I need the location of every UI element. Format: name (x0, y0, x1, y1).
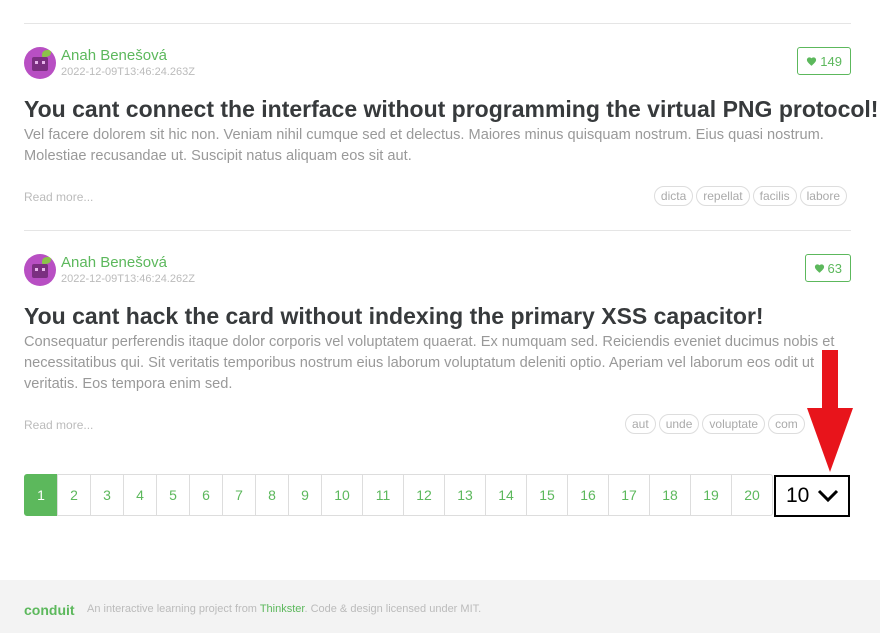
page-link-5[interactable]: 5 (156, 474, 190, 516)
page-link-14[interactable]: 14 (485, 474, 527, 516)
tag-pill[interactable]: repellat (696, 186, 750, 206)
article-description: Vel facere dolorem sit hic non. Veniam n… (24, 127, 824, 164)
author-link[interactable]: Anah Benešová (61, 254, 167, 271)
heart-icon (807, 56, 817, 66)
page-link-20[interactable]: 20 (731, 474, 773, 516)
favorite-count: 149 (820, 53, 842, 69)
pagination: 1 2 3 4 5 6 7 8 9 10 11 12 13 14 15 16 1… (24, 474, 773, 516)
favorite-button[interactable]: 63 (804, 254, 851, 282)
favorite-button[interactable]: 149 (797, 47, 851, 75)
page-link-17[interactable]: 17 (608, 474, 650, 516)
page-link-16[interactable]: 16 (567, 474, 609, 516)
attribution: An interactive learning project from Thi… (87, 603, 481, 615)
article-date: 2022-12-09T13:46:24.263Z (61, 66, 195, 78)
top-divider (24, 23, 851, 24)
tag-list: dicta repellat facilis labore (653, 186, 847, 206)
page-link-11[interactable]: 11 (362, 474, 404, 516)
tag-pill[interactable]: facilis (752, 186, 797, 206)
tag-list: aut unde voluptate com (625, 414, 805, 434)
tag-pill[interactable]: voluptate (702, 414, 766, 434)
next-pages-highlight[interactable]: 10 (774, 475, 850, 517)
page-link-19[interactable]: 19 (690, 474, 732, 516)
page-link-6[interactable]: 6 (189, 474, 223, 516)
page-link-13[interactable]: 13 (444, 474, 486, 516)
read-more-link[interactable]: Read more... (24, 418, 93, 432)
article-date: 2022-12-09T13:46:24.262Z (61, 273, 195, 285)
page-link-12[interactable]: 12 (403, 474, 445, 516)
article-preview: Anah Benešová 2022-12-09T13:46:24.263Z 1… (24, 47, 878, 217)
tag-pill[interactable]: com (768, 414, 805, 434)
page-link-1[interactable]: 1 (24, 474, 58, 516)
favorite-count: 63 (827, 260, 842, 276)
article-preview: Anah Benešová 2022-12-09T13:46:24.262Z 6… (24, 254, 851, 444)
attribution-text-end: . Code & design licensed under MIT. (304, 603, 482, 615)
overlay-value: 10 (786, 484, 810, 507)
page-link-2[interactable]: 2 (57, 474, 91, 516)
page-link-9[interactable]: 9 (288, 474, 322, 516)
avatar[interactable] (24, 254, 56, 286)
page-link-10[interactable]: 10 (321, 474, 363, 516)
avatar[interactable] (24, 47, 56, 79)
heart-icon (814, 263, 824, 273)
tag-pill[interactable]: aut (625, 414, 656, 434)
page-link-3[interactable]: 3 (90, 474, 124, 516)
page-link-8[interactable]: 8 (255, 474, 289, 516)
chevron-down-icon (818, 489, 839, 503)
article-divider (24, 230, 851, 231)
page-link-15[interactable]: 15 (526, 474, 568, 516)
article-title[interactable]: You cant connect the interface without p… (24, 96, 878, 123)
tag-pill[interactable]: dicta (653, 186, 694, 206)
page-link-4[interactable]: 4 (123, 474, 157, 516)
article-description: Consequatur perferendis itaque dolor cor… (24, 334, 835, 392)
author-link[interactable]: Anah Benešová (61, 47, 167, 64)
attribution-text: An interactive learning project from (87, 603, 260, 615)
page-link-7[interactable]: 7 (222, 474, 256, 516)
page-link-18[interactable]: 18 (649, 474, 691, 516)
tag-pill[interactable]: labore (799, 186, 847, 206)
annotation-arrow-icon (807, 350, 853, 472)
article-title[interactable]: You cant hack the card without indexing … (24, 303, 764, 330)
footer: conduit An interactive learning project … (0, 580, 880, 633)
footer-logo[interactable]: conduit (24, 602, 75, 618)
read-more-link[interactable]: Read more... (24, 190, 93, 204)
thinkster-link[interactable]: Thinkster (260, 603, 305, 615)
tag-pill[interactable]: unde (658, 414, 700, 434)
